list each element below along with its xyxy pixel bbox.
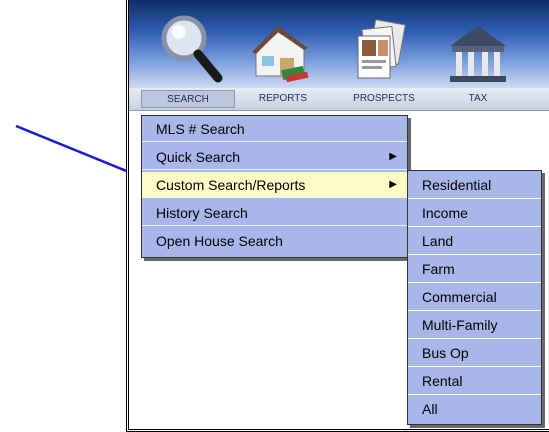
menu-item-label: Quick Search [156, 149, 241, 165]
house-report-icon[interactable] [248, 18, 312, 86]
menu-item-label: MLS # Search [156, 121, 245, 137]
menu-item-label: Open House Search [156, 233, 283, 249]
submenu-item-rental[interactable]: Rental [408, 367, 541, 395]
submenu-item-residential[interactable]: Residential [408, 171, 541, 199]
menu-item-quick-search[interactable]: Quick Search ▶ [142, 144, 407, 170]
menu-item-label: History Search [156, 205, 248, 221]
submenu-item-bus-op[interactable]: Bus Op [408, 339, 541, 367]
government-building-icon[interactable] [442, 20, 514, 86]
submenu-arrow-icon: ▶ [389, 151, 397, 162]
submenu-item-land[interactable]: Land [408, 227, 541, 255]
magnifier-icon[interactable] [158, 12, 224, 86]
submenu-item-farm[interactable]: Farm [408, 255, 541, 283]
submenu-item-all[interactable]: All [408, 395, 541, 423]
submenu-arrow-icon: ▶ [389, 179, 397, 190]
menu-item-open-house-search[interactable]: Open House Search [142, 228, 407, 254]
menu-item-custom-search-reports[interactable]: Custom Search/Reports ▶ [142, 172, 407, 198]
submenu-item-commercial[interactable]: Commercial [408, 283, 541, 311]
menu-item-label: Custom Search/Reports [156, 177, 306, 193]
search-dropdown-menu: MLS # Search Quick Search ▶ Custom Searc… [141, 115, 408, 258]
tab-reports[interactable]: REPORTS [250, 90, 316, 108]
tab-prospects[interactable]: PROSPECTS [344, 90, 424, 108]
contact-cards-icon[interactable] [352, 18, 416, 86]
menu-item-mls-search[interactable]: MLS # Search [142, 116, 407, 142]
custom-search-submenu: Residential Income Land Farm Commercial … [407, 170, 542, 425]
menu-item-history-search[interactable]: History Search [142, 200, 407, 226]
tab-search[interactable]: SEARCH [141, 90, 235, 108]
submenu-item-income[interactable]: Income [408, 199, 541, 227]
tab-tax[interactable]: TAX [458, 90, 498, 108]
submenu-item-multi-family[interactable]: Multi-Family [408, 311, 541, 339]
